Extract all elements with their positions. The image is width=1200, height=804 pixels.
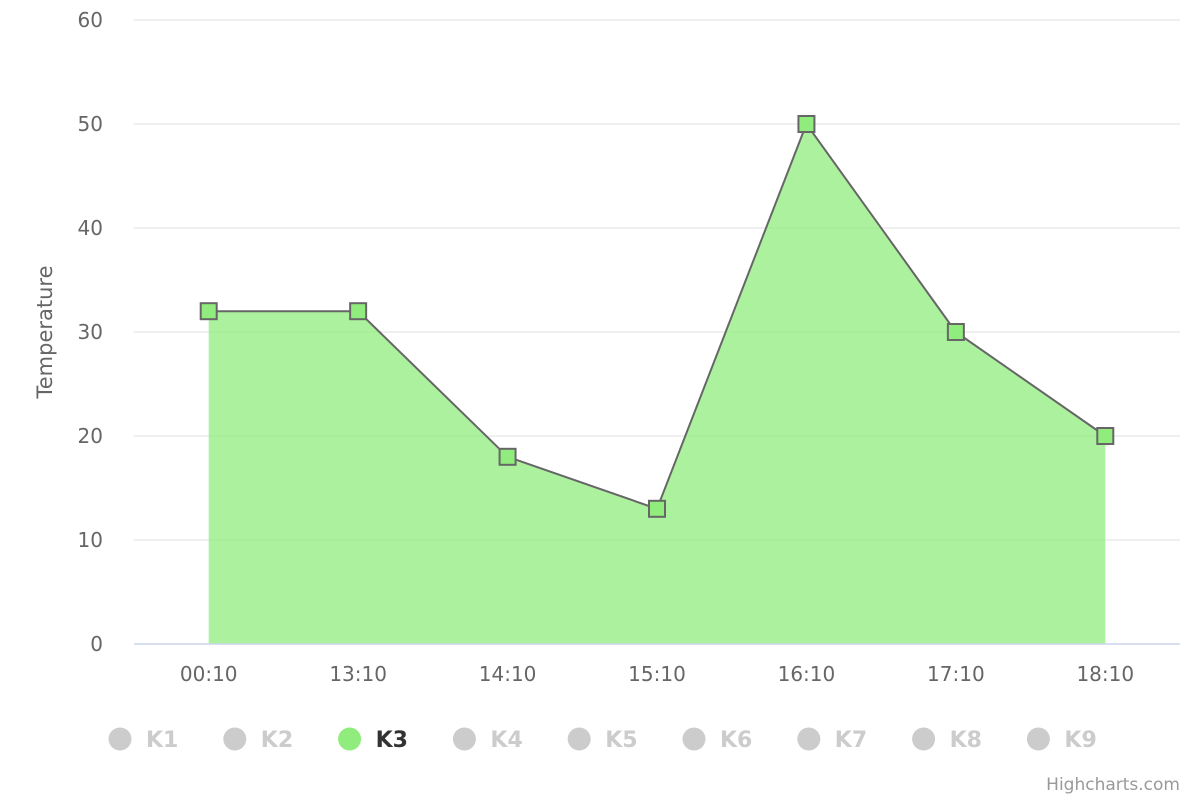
legend-symbol <box>338 727 362 751</box>
legend-symbol <box>223 727 247 751</box>
legend-label: K8 <box>950 728 982 753</box>
legend-label: K4 <box>490 728 522 753</box>
legend-label: K9 <box>1064 728 1096 753</box>
y-tick-label: 40 <box>78 216 103 240</box>
legend-symbol <box>1026 727 1050 751</box>
legend-symbol <box>452 727 476 751</box>
y-tick-label: 20 <box>78 424 103 448</box>
y-tick-label: 50 <box>78 112 103 136</box>
legend-label: K5 <box>605 728 637 753</box>
legend-label: K7 <box>835 728 867 753</box>
legend-label: K2 <box>261 728 293 753</box>
x-axis-ticks: 00:10 13:10 14:10 15:10 16:10 17:10 18:10 <box>180 662 1134 686</box>
legend-item-k4[interactable]: K4 <box>452 727 523 754</box>
x-tick-label: 14:10 <box>479 662 537 686</box>
legend-symbol <box>108 727 132 751</box>
area-chart-svg: 0 10 20 30 40 50 60 Temperature 00:10 13:10 14:1… <box>33 8 1180 795</box>
legend-label: K6 <box>720 728 752 753</box>
series-area-fill <box>208 124 1106 644</box>
y-tick-label: 0 <box>90 632 103 656</box>
legend-item-k8[interactable]: K8 <box>912 727 982 754</box>
legend-item-k3[interactable]: K3 <box>338 727 408 754</box>
x-tick-label: 00:10 <box>180 662 238 686</box>
x-tick-label: 15:10 <box>628 662 686 686</box>
series-area <box>208 121 1106 644</box>
x-tick-label: 18:10 <box>1076 662 1134 686</box>
y-tick-label: 60 <box>78 8 103 32</box>
data-point[interactable] <box>946 323 965 341</box>
data-point[interactable] <box>648 499 666 518</box>
y-axis-label: Temperature <box>33 265 57 399</box>
legend-symbol <box>682 727 706 751</box>
legend-symbol <box>797 727 821 751</box>
legend: K1 K2 K3 K4 K5 K6 K7 K8 K9 <box>108 727 1097 754</box>
legend-item-k6[interactable]: K6 <box>682 727 753 754</box>
data-point[interactable] <box>797 115 816 133</box>
x-tick-label: 16:10 <box>778 662 836 686</box>
chart: 0 10 20 30 40 50 60 Temperature 00:10 13:10 14:1… <box>0 0 1200 800</box>
x-tick-label: 17:10 <box>927 662 985 686</box>
legend-label: K1 <box>146 728 178 753</box>
legend-label: K3 <box>376 728 408 753</box>
y-axis-ticks: 0 10 20 30 40 50 60 <box>78 8 103 656</box>
legend-symbol <box>567 727 591 751</box>
data-point[interactable] <box>349 302 368 321</box>
legend-symbol <box>912 727 936 751</box>
y-tick-label: 10 <box>78 528 103 552</box>
legend-item-k7[interactable]: K7 <box>797 727 867 754</box>
legend-item-k2[interactable]: K2 <box>223 727 293 754</box>
credits-link[interactable]: Highcharts.com <box>1046 775 1180 795</box>
data-point[interactable] <box>199 302 218 321</box>
y-tick-label: 30 <box>78 320 103 344</box>
x-tick-label: 13:10 <box>329 662 387 686</box>
data-point[interactable] <box>498 447 517 466</box>
legend-item-k5[interactable]: K5 <box>567 727 638 754</box>
legend-item-k1[interactable]: K1 <box>108 727 179 754</box>
legend-item-k9[interactable]: K9 <box>1026 727 1097 754</box>
data-point[interactable] <box>1096 427 1115 445</box>
